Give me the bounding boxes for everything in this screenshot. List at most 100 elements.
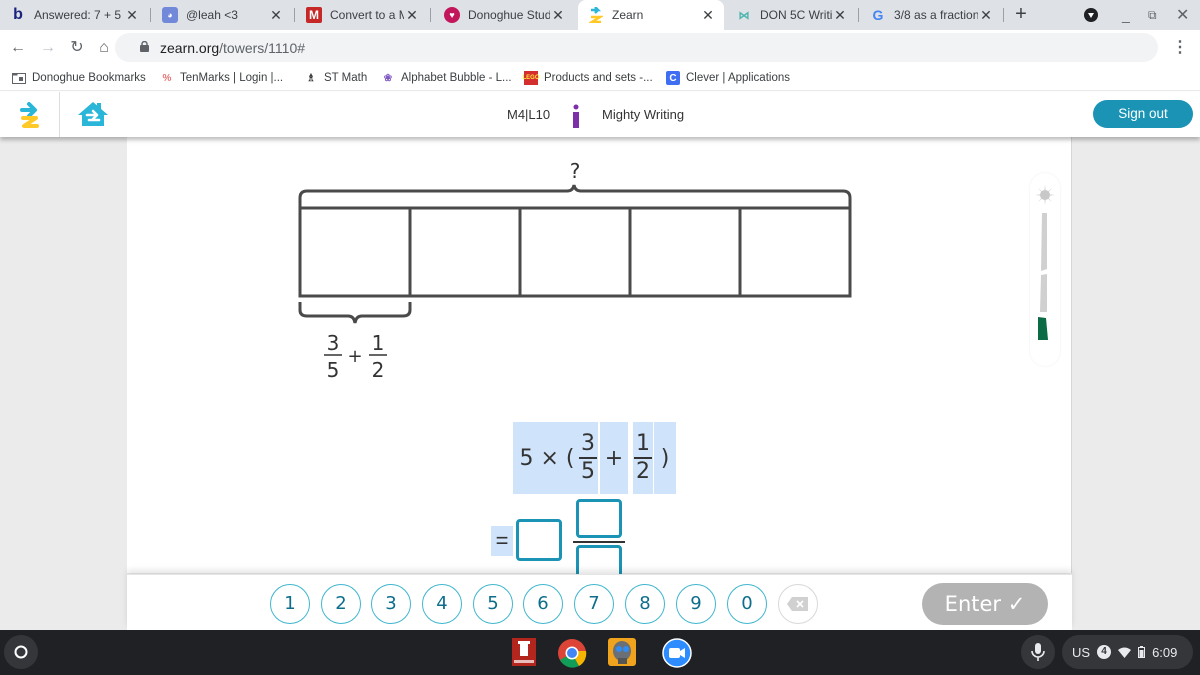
- zoom-app-icon[interactable]: [662, 638, 692, 668]
- tab-zearn[interactable]: Zearn ✕: [578, 0, 724, 30]
- bow-icon: ⋈: [738, 9, 750, 22]
- bookmark-donoghue[interactable]: Donoghue Bookmarks: [12, 69, 146, 87]
- key-7[interactable]: 7: [574, 584, 614, 624]
- tab-title: Answered: 7 + 5: [34, 8, 122, 22]
- address-bar[interactable]: zearn.org/towers/1110#: [115, 33, 1158, 62]
- expr-operator: +: [604, 445, 624, 471]
- percent-icon: %: [162, 72, 172, 84]
- ime-indicator: US: [1072, 644, 1091, 660]
- tape-outline: [298, 206, 852, 298]
- launcher-button[interactable]: [4, 635, 38, 669]
- expr-den2: 2: [636, 458, 650, 484]
- window-close-icon[interactable]: ✕: [1176, 0, 1189, 30]
- wifi-icon: [1118, 647, 1132, 658]
- status-tray[interactable]: US 4 6:09: [1062, 635, 1193, 669]
- clock: 6:09: [1152, 644, 1178, 660]
- close-tab-icon[interactable]: ✕: [700, 7, 716, 24]
- microphone-button[interactable]: [1021, 635, 1055, 669]
- star-icon: [1035, 185, 1055, 205]
- minimize-icon[interactable]: _: [1122, 0, 1130, 30]
- url-host: zearn.org: [160, 39, 220, 56]
- notification-count-badge: 4: [1097, 645, 1112, 659]
- progress-segment-1: [1038, 317, 1048, 340]
- browser-menu-icon[interactable]: ⋮: [1172, 38, 1188, 58]
- new-tab-button[interactable]: +: [1010, 4, 1032, 26]
- whole-number-input[interactable]: [516, 519, 562, 561]
- bookmark-tenmarks[interactable]: % TenMarks | Login |...: [160, 69, 284, 87]
- tab-separator: [1003, 8, 1004, 22]
- part-num2: 1: [372, 331, 385, 355]
- key-3[interactable]: 3: [371, 584, 411, 624]
- key-4[interactable]: 4: [422, 584, 462, 624]
- top-brace: [298, 184, 852, 207]
- chrome-app-icon[interactable]: [557, 638, 587, 673]
- robot-app-icon[interactable]: [608, 638, 636, 666]
- expr-multiplier-chunk[interactable]: 5 × (: [513, 422, 581, 494]
- bookmark-lego[interactable]: LEGO Products and sets -...: [523, 69, 653, 87]
- tab-title: DON 5C Writing: [760, 8, 832, 22]
- numerator-input[interactable]: [576, 499, 622, 538]
- home-dashboard-icon[interactable]: [77, 101, 109, 132]
- bookmark-alphabet-bubble[interactable]: ❀ Alphabet Bubble - L...: [381, 69, 512, 87]
- activity-title: Mighty Writing: [602, 107, 685, 122]
- close-tab-icon[interactable]: ✕: [124, 7, 140, 24]
- expr-fraction-2[interactable]: 12: [633, 422, 653, 494]
- tab-google[interactable]: G 3/8 as a fraction ✕: [860, 0, 1002, 30]
- zearn-logo-icon[interactable]: [20, 102, 40, 133]
- forward-icon[interactable]: →: [38, 38, 58, 58]
- tab-convert[interactable]: M Convert to a Mix ✕: [296, 0, 428, 30]
- tab-separator: [150, 8, 151, 22]
- tab-discord[interactable]: ◕ @leah <3 ✕: [152, 0, 292, 30]
- key-5[interactable]: 5: [473, 584, 513, 624]
- bookmark-st-math[interactable]: ♗ ST Math: [304, 69, 368, 87]
- enter-button[interactable]: Enter ✓: [922, 583, 1048, 625]
- expr-num1: 3: [581, 431, 595, 457]
- reload-icon[interactable]: ↻: [67, 38, 87, 58]
- unknown-label: ?: [570, 159, 581, 183]
- header-divider: [59, 92, 60, 137]
- bookmark-clever[interactable]: C Clever | Applications: [666, 69, 790, 87]
- close-tab-icon[interactable]: ✕: [550, 7, 566, 24]
- profile-icon[interactable]: [1083, 0, 1099, 30]
- close-tab-icon[interactable]: ✕: [404, 7, 420, 24]
- close-tab-icon[interactable]: ✕: [268, 7, 284, 24]
- microphone-icon: [1031, 643, 1045, 661]
- expr-fraction-1[interactable]: 35: [578, 422, 598, 494]
- tab-answered[interactable]: b Answered: 7 + 5 ✕: [0, 0, 148, 30]
- launcher-circle-icon: [14, 645, 28, 659]
- key-9[interactable]: 9: [676, 584, 716, 624]
- google-icon: G: [872, 7, 884, 23]
- tab-don-writing[interactable]: ⋈ DON 5C Writing ✕: [726, 0, 856, 30]
- pathblazer-app-icon[interactable]: [510, 638, 538, 666]
- lesson-code: M4|L10: [507, 107, 551, 122]
- tab-separator: [858, 8, 859, 22]
- part-den1: 5: [327, 358, 340, 382]
- tab-separator: [430, 8, 431, 22]
- key-6[interactable]: 6: [523, 584, 563, 624]
- key-8[interactable]: 8: [625, 584, 665, 624]
- close-tab-icon[interactable]: ✕: [978, 7, 994, 24]
- penguin-icon: ♗: [306, 72, 316, 84]
- back-icon[interactable]: ←: [8, 38, 28, 58]
- key-0[interactable]: 0: [727, 584, 767, 624]
- bookmark-label: Donoghue Bookmarks: [32, 72, 146, 84]
- tab-title: Convert to a Mix: [330, 8, 404, 22]
- bartleby-icon: b: [13, 6, 23, 23]
- progress-tower: [1030, 173, 1060, 366]
- maximize-icon[interactable]: ⧉: [1148, 0, 1157, 30]
- tab-donoghue[interactable]: ♥ Donoghue Stude ✕: [434, 0, 574, 30]
- key-1[interactable]: 1: [270, 584, 310, 624]
- delete-key[interactable]: [778, 584, 818, 624]
- expr-close-paren: ): [660, 445, 670, 471]
- url-text: zearn.org/towers/1110#: [160, 40, 305, 56]
- expr-multiplier: 5: [519, 445, 534, 471]
- sign-out-button[interactable]: Sign out: [1093, 100, 1193, 128]
- close-tab-icon[interactable]: ✕: [832, 7, 848, 24]
- bookmark-label: TenMarks | Login |...: [180, 72, 284, 84]
- expr-close-chunk[interactable]: ): [654, 422, 676, 494]
- key-2[interactable]: 2: [321, 584, 361, 624]
- expr-operator-chunk[interactable]: +: [600, 422, 628, 494]
- progress-segment-2: [1040, 274, 1047, 312]
- url-path: /towers/1110#: [219, 39, 306, 56]
- home-icon[interactable]: ⌂: [94, 38, 114, 58]
